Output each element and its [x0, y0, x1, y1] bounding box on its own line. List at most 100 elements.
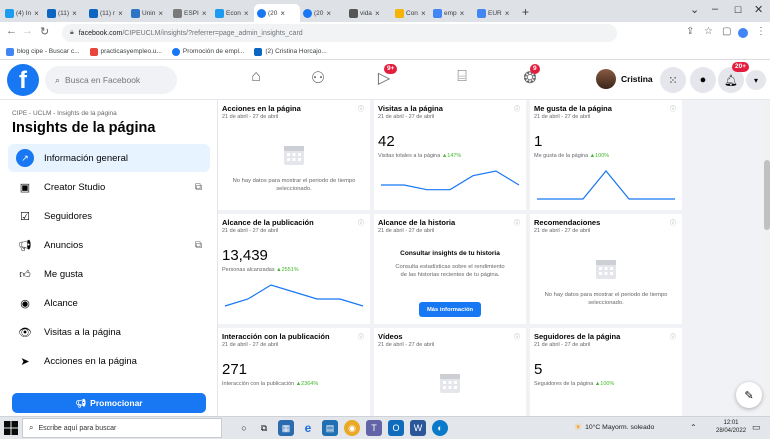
app-icon[interactable]: ◐	[432, 420, 448, 436]
bookmark-star-icon[interactable]: ☆	[704, 26, 713, 37]
edge-browser-icon[interactable]: e	[300, 420, 316, 436]
task-view-icon[interactable]: ⧉	[256, 420, 272, 436]
page-scrollbar[interactable]	[764, 100, 770, 416]
more-info-button[interactable]: Más información	[419, 302, 481, 317]
taskbar-search[interactable]: ⌕ Escribe aquí para buscar	[22, 418, 222, 438]
forward-arrow-icon[interactable]: →	[22, 25, 33, 37]
taskbar-clock[interactable]: 12:01 28/04/2022	[716, 419, 746, 435]
groups-icon[interactable]: ❂ 9	[512, 64, 548, 88]
sidebar-item-reach[interactable]: ◉ Alcance	[8, 289, 210, 317]
profile-shortcut[interactable]: Cristina	[596, 69, 653, 89]
tab-search-icon[interactable]: ⌄	[690, 3, 699, 16]
card-page-likes[interactable]: Me gusta de la página 21 de abril - 27 d…	[530, 100, 682, 210]
marketplace-icon[interactable]: ⌸	[444, 68, 480, 86]
tray-chevron-icon[interactable]: ⌃	[690, 423, 697, 432]
info-icon[interactable]: ⓘ	[514, 104, 520, 113]
search-input[interactable]	[65, 75, 166, 85]
sidebar-item-overview[interactable]: ↗ Información general	[8, 144, 210, 172]
info-icon[interactable]: ⓘ	[514, 332, 520, 341]
profile-avatar-icon[interactable]	[738, 28, 748, 38]
close-tab-icon[interactable]: ×	[118, 9, 123, 18]
minimize-icon[interactable]: –	[712, 3, 718, 15]
friends-icon[interactable]: ⚇	[300, 68, 336, 88]
card-recommendations[interactable]: Recomendaciones 21 de abril - 27 de abri…	[530, 214, 682, 324]
card-post-engagement[interactable]: Interacción con la publicación 21 de abr…	[218, 328, 370, 416]
window-close-icon[interactable]: ✕	[754, 3, 763, 16]
info-icon[interactable]: ⓘ	[670, 218, 676, 227]
store-icon[interactable]: ▤	[322, 420, 338, 436]
browser-tab[interactable]: ESPI ×	[170, 4, 212, 22]
facebook-logo[interactable]: f	[7, 64, 39, 96]
messenger-icon[interactable]: ●	[690, 67, 716, 93]
card-story-reach[interactable]: Alcance de la historia 21 de abril - 27 …	[374, 214, 526, 324]
menu-grid-icon[interactable]: ⁙	[660, 67, 686, 93]
sidebar-item-page-visits[interactable]: 👁︎ Visitas a la página	[8, 318, 210, 346]
share-icon[interactable]: ⇪	[686, 26, 694, 37]
cortana-icon[interactable]: ○	[236, 420, 252, 436]
reload-icon[interactable]: ↻	[40, 25, 49, 38]
new-tab-icon[interactable]: +	[522, 5, 529, 19]
address-bar[interactable]: 🔒︎ facebook.com/CIPEUCLM/insights/?refer…	[62, 24, 617, 42]
browser-tab[interactable]: (11) ×	[44, 4, 86, 22]
close-tab-icon[interactable]: ×	[202, 9, 207, 18]
weather-widget[interactable]: ☀ 10°C Mayorm. soleado	[574, 422, 654, 433]
sidebar-item-ads[interactable]: 📢︎ Anuncios ⧉	[8, 231, 210, 259]
word-icon[interactable]: W	[410, 420, 426, 436]
back-arrow-icon[interactable]: ←	[6, 25, 17, 37]
notifications-bell-icon[interactable]: 🔔︎ 20+	[718, 62, 750, 93]
card-post-reach[interactable]: Alcance de la publicación 21 de abril - …	[218, 214, 370, 324]
info-icon[interactable]: ⓘ	[358, 104, 364, 113]
browser-tab[interactable]: Con ×	[392, 4, 430, 22]
card-page-followers[interactable]: Seguidores de la página 21 de abril - 27…	[530, 328, 682, 416]
close-tab-icon[interactable]: ×	[460, 9, 465, 18]
browser-tab[interactable]: Econ ×	[212, 4, 254, 22]
info-icon[interactable]: ⓘ	[670, 332, 676, 341]
close-tab-icon[interactable]: ×	[375, 9, 380, 18]
compose-pencil-icon[interactable]: ✎	[736, 382, 762, 408]
info-icon[interactable]: ⓘ	[514, 218, 520, 227]
sidebar-item-likes[interactable]: 👍︎ Me gusta	[8, 260, 210, 288]
sidebar-item-creator-studio[interactable]: ▣ Creator Studio ⧉	[8, 173, 210, 201]
browser-tab[interactable]: Unin ×	[128, 4, 170, 22]
browser-tab-active[interactable]: (20 ×	[254, 4, 300, 22]
account-dropdown-icon[interactable]: ▾	[746, 70, 766, 90]
close-tab-icon[interactable]: ×	[244, 9, 249, 18]
menu-kebab-icon[interactable]: ⋮	[756, 26, 766, 37]
breadcrumb[interactable]: CIPE - UCLM - Insights de la página	[12, 110, 117, 117]
sidebar-item-page-actions[interactable]: ➤ Acciones en la página	[8, 347, 210, 375]
close-tab-icon[interactable]: ×	[421, 9, 426, 18]
close-tab-icon[interactable]: ×	[505, 9, 510, 18]
info-icon[interactable]: ⓘ	[670, 104, 676, 113]
close-tab-icon[interactable]: ×	[72, 9, 77, 18]
browser-tab[interactable]: (20 ×	[300, 4, 346, 22]
browser-tab[interactable]: (4) In ×	[2, 4, 44, 22]
outlook-icon[interactable]: O	[388, 420, 404, 436]
windows-start-icon[interactable]	[4, 421, 18, 435]
scrollbar-thumb[interactable]	[764, 160, 770, 230]
bookmark-item[interactable]: blog cipe - Buscar c...	[6, 47, 80, 56]
card-page-visits[interactable]: Visitas a la página 21 de abril - 27 de …	[374, 100, 526, 210]
info-icon[interactable]: ⓘ	[358, 218, 364, 227]
tab-view-icon[interactable]: ▢	[722, 26, 731, 37]
file-explorer-icon[interactable]: ▦	[278, 420, 294, 436]
chrome-icon[interactable]: ◉	[344, 420, 360, 436]
info-icon[interactable]: ⓘ	[358, 332, 364, 341]
card-videos[interactable]: Vídeos 21 de abril - 27 de abril ⓘ	[374, 328, 526, 416]
bookmark-item[interactable]: practicasyempleo.u...	[89, 47, 162, 56]
home-icon[interactable]: ⌂	[238, 68, 274, 86]
browser-tab[interactable]: vida ×	[346, 4, 392, 22]
notification-center-icon[interactable]: ▭	[752, 422, 761, 433]
close-tab-icon[interactable]: ×	[158, 9, 163, 18]
bookmark-item[interactable]: (2) Cristina Horcajo...	[254, 47, 327, 56]
close-tab-icon[interactable]: ×	[34, 9, 39, 18]
teams-icon[interactable]: T	[366, 420, 382, 436]
promote-button[interactable]: 📢︎ Promocionar	[12, 393, 206, 413]
close-tab-icon[interactable]: ×	[326, 9, 331, 18]
close-tab-icon[interactable]: ×	[280, 9, 285, 18]
watch-icon[interactable]: ▷ 9+	[366, 64, 402, 88]
browser-tab[interactable]: (11) r ×	[86, 4, 128, 22]
maximize-icon[interactable]: ☐	[734, 5, 742, 16]
card-page-actions[interactable]: Acciones en la página 21 de abril - 27 d…	[218, 100, 370, 210]
facebook-search[interactable]: ⌕	[45, 66, 177, 94]
browser-tab[interactable]: emp ×	[430, 4, 474, 22]
